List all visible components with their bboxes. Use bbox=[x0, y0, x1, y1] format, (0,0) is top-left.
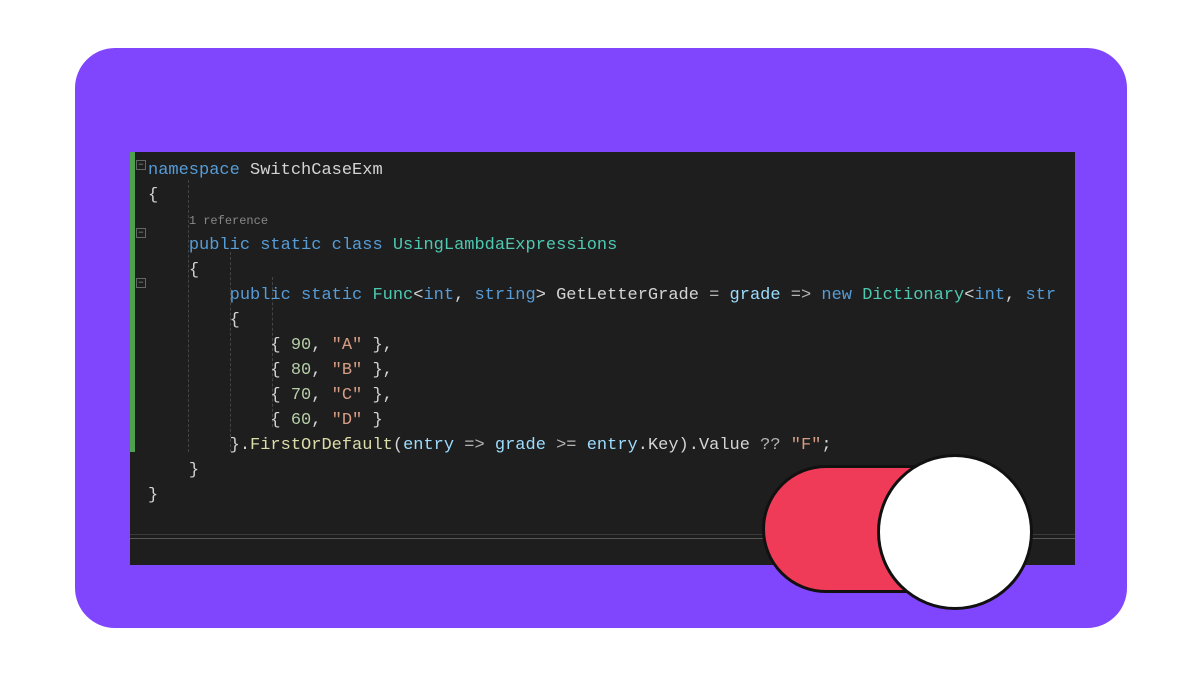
lambda-param: entry bbox=[403, 436, 454, 455]
initializer-open: { bbox=[230, 311, 240, 330]
string-literal: "D" bbox=[332, 411, 363, 430]
number-literal: 70 bbox=[291, 386, 311, 405]
fold-toggle-icon[interactable]: − bbox=[136, 228, 146, 238]
brace-close: } bbox=[189, 461, 199, 480]
codelens-references[interactable]: 1 reference bbox=[189, 214, 268, 228]
number-literal: 80 bbox=[291, 361, 311, 380]
field-name: GetLetterGrade bbox=[556, 286, 699, 305]
fold-toggle-icon[interactable]: − bbox=[136, 160, 146, 170]
toggle-switch[interactable] bbox=[762, 465, 1022, 593]
brace-open: { bbox=[189, 261, 199, 280]
namespace-name: SwitchCaseExm bbox=[240, 161, 383, 180]
class-modifiers: public static class bbox=[189, 236, 393, 255]
string-literal: "B" bbox=[332, 361, 363, 380]
brace-close: } bbox=[148, 486, 158, 505]
initializer-close: } bbox=[230, 436, 240, 455]
toggle-knob bbox=[877, 454, 1033, 610]
property-value: Value bbox=[699, 436, 750, 455]
fold-toggle-icon[interactable]: − bbox=[136, 278, 146, 288]
type-int: int bbox=[423, 286, 454, 305]
lambda-param: grade bbox=[730, 286, 781, 305]
string-literal: "C" bbox=[332, 386, 363, 405]
property-key: Key bbox=[648, 436, 679, 455]
method-firstordefault: FirstOrDefault bbox=[250, 436, 393, 455]
keyword-namespace: namespace bbox=[148, 161, 240, 180]
number-literal: 60 bbox=[291, 411, 311, 430]
string-literal: "F" bbox=[791, 436, 822, 455]
type-func: Func bbox=[372, 286, 413, 305]
editor-gutter bbox=[130, 152, 142, 565]
type-dictionary: Dictionary bbox=[862, 286, 964, 305]
type-string: string bbox=[474, 286, 535, 305]
field-modifiers: public static bbox=[230, 286, 373, 305]
card-container: − − − namespace SwitchCaseExm { 1 refere… bbox=[75, 48, 1127, 628]
change-marker bbox=[130, 152, 135, 452]
class-name: UsingLambdaExpressions bbox=[393, 236, 617, 255]
brace-open: { bbox=[148, 186, 158, 205]
number-literal: 90 bbox=[291, 336, 311, 355]
keyword-new: new bbox=[821, 286, 862, 305]
string-literal: "A" bbox=[332, 336, 363, 355]
